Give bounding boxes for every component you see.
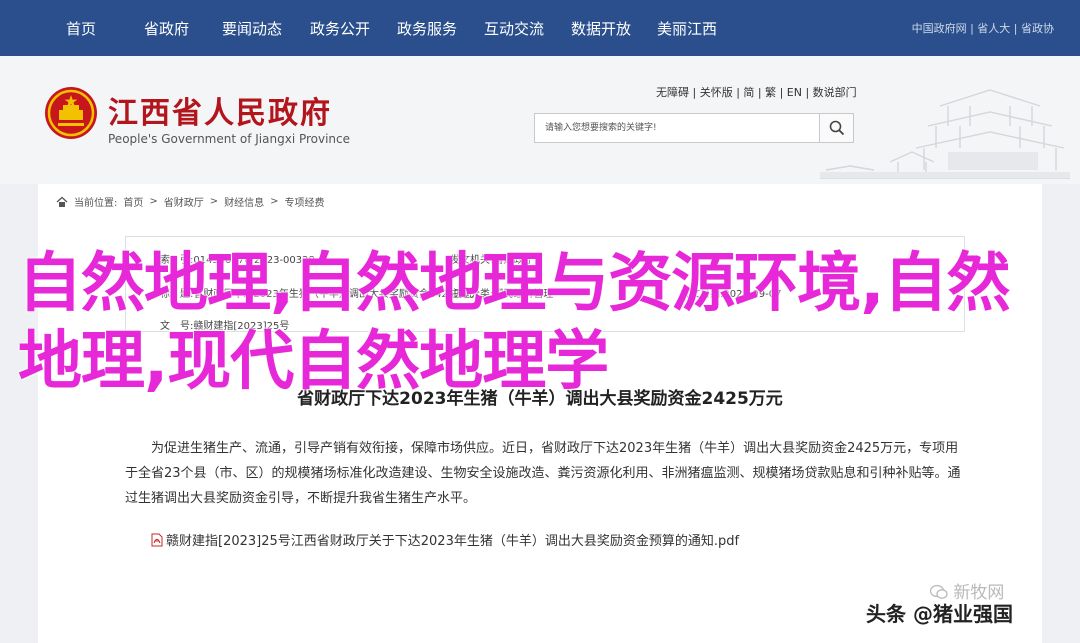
- utility-links[interactable]: 中国政府网 | 省人大 | 省政协: [912, 20, 1054, 36]
- attachment-link[interactable]: 赣财建指[2023]25号江西省财政厅关于下达2023年生猪（牛羊）调出大县奖励…: [150, 530, 739, 549]
- breadcrumb: 当前位置: 首页 > 省财政厅 > 财经信息 > 专项经费: [56, 194, 325, 209]
- nav-item-gov-info[interactable]: 政务公开: [310, 18, 370, 39]
- search-box: [534, 113, 854, 143]
- pdf-file-icon: [151, 533, 163, 546]
- nav-item-open-data[interactable]: 数据开放: [571, 18, 631, 39]
- breadcrumb-separator: >: [270, 196, 279, 207]
- search-input[interactable]: [535, 114, 819, 142]
- attachment-filename[interactable]: 赣财建指[2023]25号江西省财政厅关于下达2023年生猪（牛羊）调出大县奖励…: [166, 530, 739, 549]
- site-subtitle: People's Government of Jiangxi Province: [108, 132, 351, 146]
- nav-item-beautiful-jiangxi[interactable]: 美丽江西: [657, 18, 717, 39]
- breadcrumb-separator: >: [209, 196, 219, 207]
- breadcrumb-separator: >: [149, 196, 158, 207]
- nav-item-news[interactable]: 要闻动态: [222, 18, 282, 39]
- nav-item-province-gov[interactable]: 省政府: [144, 18, 189, 39]
- breadcrumb-item-finance-dept[interactable]: 省财政厅: [164, 194, 204, 209]
- national-emblem-icon: [45, 87, 97, 139]
- breadcrumb-item-finance-info[interactable]: 财经信息: [224, 194, 264, 209]
- overlay-headline: 自然地理,自然地理与资源环境,自然地理,现代自然地理学: [18, 247, 1011, 399]
- nav-item-gov-service[interactable]: 政务服务: [397, 18, 457, 39]
- site-title: 江西省人民政府: [108, 96, 332, 131]
- top-nav-bar: 首页 省政府 要闻动态 政务公开 政务服务 互动交流 数据开放 美丽江西 中国政…: [0, 0, 1080, 56]
- breadcrumb-item-special-funds[interactable]: 专项经费: [285, 194, 325, 209]
- watermark-handle: 头条 @猪业强国: [866, 602, 1013, 626]
- nav-item-interaction[interactable]: 互动交流: [484, 18, 544, 39]
- nav-item-home[interactable]: 首页: [66, 18, 96, 39]
- tengwang-pavilion-illustration: [820, 89, 1070, 179]
- article-body: 为促进生猪生产、流通，引导产销有效衔接，保障市场供应。近日，省财政厅下达2023…: [125, 441, 961, 506]
- site-header: 江西省人民政府 People's Government of Jiangxi P…: [0, 56, 1080, 184]
- breadcrumb-label: 当前位置:: [74, 198, 118, 209]
- home-icon: [56, 196, 68, 207]
- breadcrumb-item-home[interactable]: 首页: [123, 194, 143, 209]
